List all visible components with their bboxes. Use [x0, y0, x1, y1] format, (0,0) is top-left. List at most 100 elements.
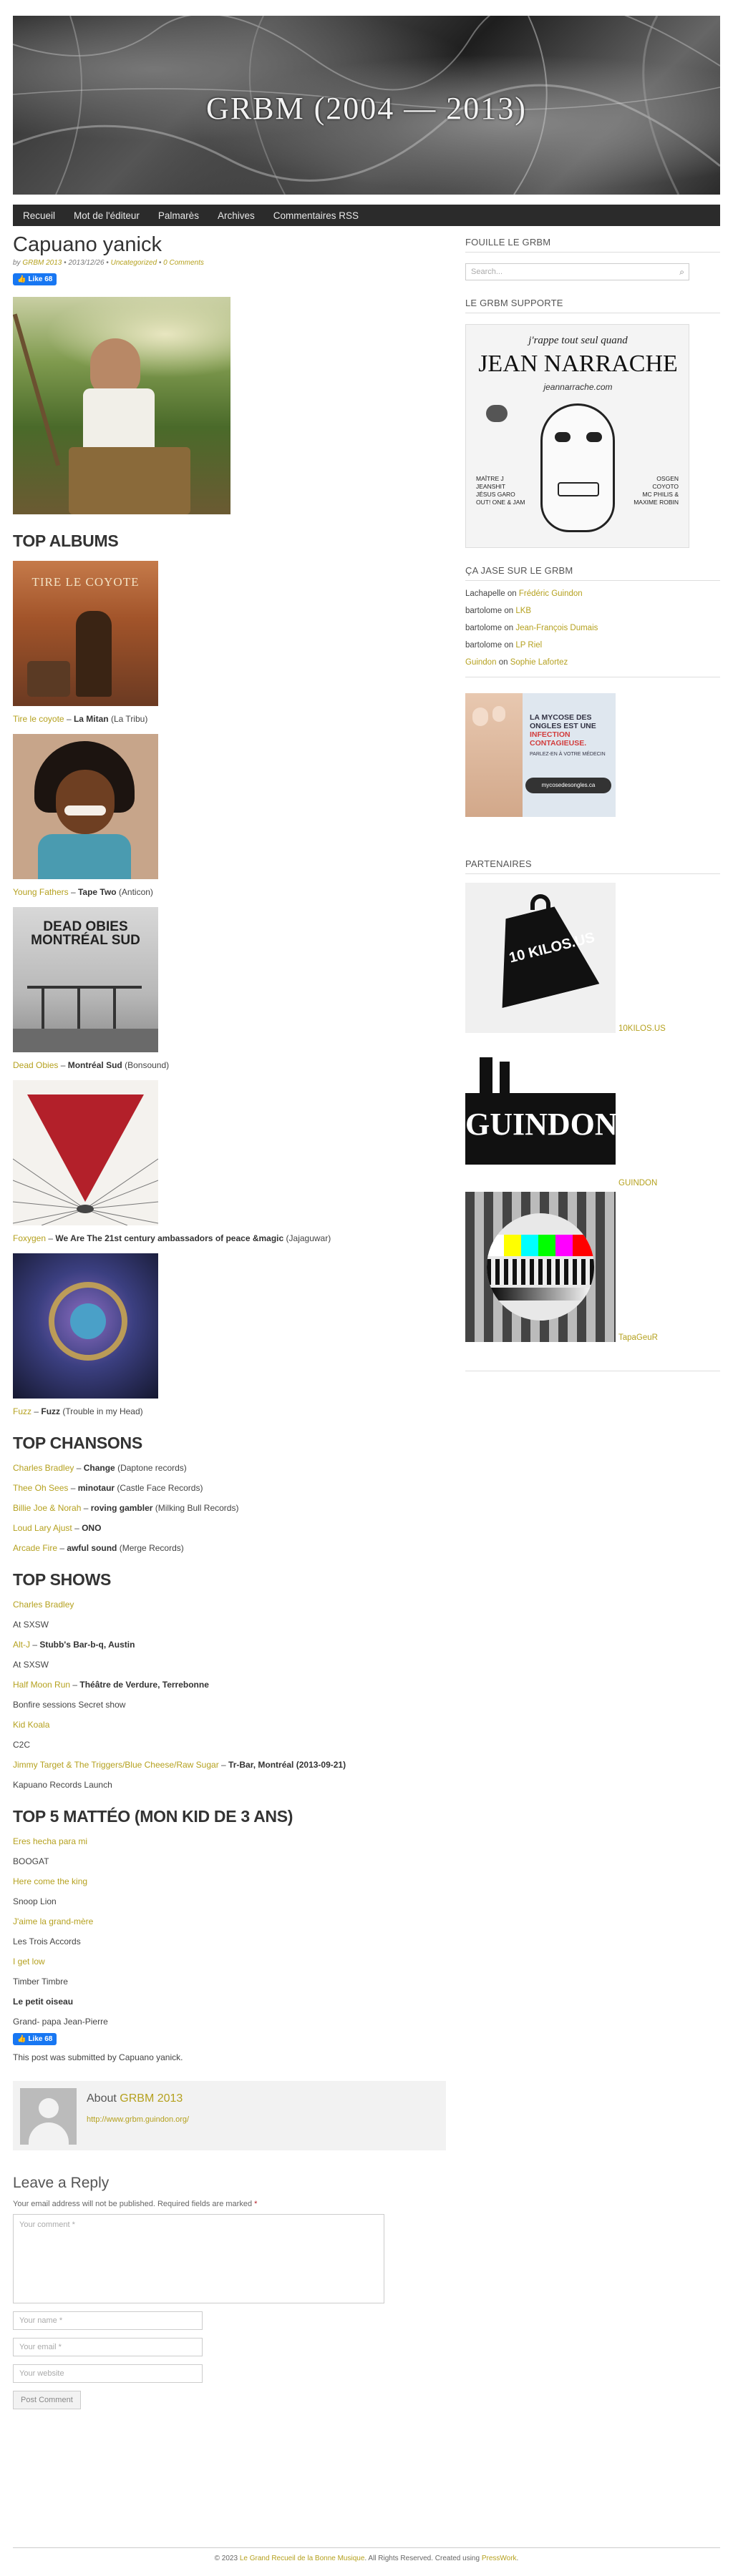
section-top-kid: TOP 5 MATTÉO (MON KID DE 3 ANS): [13, 1807, 293, 1826]
section-top-shows: TOP SHOWS: [13, 1570, 112, 1589]
list-item: Arcade Fire – awful sound (Merge Records…: [13, 1543, 184, 1553]
list-item-detail: Bonfire sessions Secret show: [13, 1700, 126, 1710]
album-artist-link[interactable]: Foxygen: [13, 1233, 46, 1243]
page: GRBM (2004 — 2013) Recueil Mot de l'édit…: [13, 0, 720, 2409]
reply-heading: Leave a Reply: [13, 2175, 110, 2191]
album-item: Young Fathers – Tape Two (Anticon): [13, 887, 153, 897]
album-artist-link[interactable]: Fuzz: [13, 1406, 31, 1416]
list-item-detail: Snoop Lion: [13, 1896, 57, 1906]
list-item: Charles Bradley – Change (Daptone record…: [13, 1463, 187, 1473]
album-cover-tire-le-coyote: TIRE LE COYOTE: [13, 561, 158, 706]
post-meta: by GRBM 2013 • 2013/12/26 • Uncategorize…: [13, 259, 204, 267]
list-item: Jimmy Target & The Triggers/Blue Cheese/…: [13, 1760, 346, 1770]
nav-item-commentaires-rss[interactable]: Commentaires RSS: [273, 210, 359, 221]
nav-item-recueil[interactable]: Recueil: [23, 210, 55, 221]
album-artist-link[interactable]: Dead Obies: [13, 1060, 58, 1070]
album-artist-link[interactable]: Tire le coyote: [13, 714, 64, 724]
support-ad-jean-narrache[interactable]: j'rappe tout seul quand JEAN NARRACHE je…: [465, 324, 689, 548]
ad-banner[interactable]: LA MYCOSE DES ONGLES EST UNE INFECTION CON…: [465, 693, 616, 817]
site-title[interactable]: GRBM (2004 — 2013): [13, 90, 720, 127]
list-item: Loud Lary Ajust – ONO: [13, 1523, 102, 1533]
list-item-detail: At SXSW: [13, 1660, 49, 1670]
partner-item[interactable]: GUINDON GUINDON: [465, 1037, 720, 1187]
list-item: Thee Oh Sees – minotaur (Castle Face Rec…: [13, 1483, 203, 1493]
thumbs-up-icon: 👍: [17, 275, 26, 283]
sidebar-heading: FOUILLE LE GRBM: [465, 237, 720, 253]
facebook-like-button[interactable]: 👍 Like 68: [13, 273, 57, 285]
partner-logo-guindon[interactable]: GUINDON: [465, 1037, 616, 1187]
nav-item-palmares[interactable]: Palmarès: [158, 210, 199, 221]
list-item-detail: Kapuano Records Launch: [13, 1780, 112, 1790]
post-title: Capuano yanick: [13, 233, 162, 256]
thumbs-up-icon: 👍: [17, 2035, 26, 2043]
facebook-like-button[interactable]: 👍 Like 68: [13, 2033, 57, 2045]
list-item-detail: C2C: [13, 1740, 31, 1750]
list-item: Charles Bradley: [13, 1600, 74, 1610]
album-cover-dead-obies: DEAD OBIES MONTRÉAL SUD: [13, 907, 158, 1052]
album-item: Fuzz – Fuzz (Trouble in my Head): [13, 1406, 143, 1416]
avatar: [20, 2088, 77, 2145]
site-footer: © 2023 Le Grand Recueil de la Bonne Musi…: [13, 2547, 720, 2562]
partner-item[interactable]: 10 KILOS.US 10KILOS.US: [465, 883, 720, 1033]
album-cover-foxygen: [13, 1080, 158, 1225]
post-photo: [13, 297, 230, 514]
list-item-detail: At SXSW: [13, 1620, 49, 1630]
partner-link-tapageur[interactable]: TapaGeuR: [618, 1333, 658, 1342]
footer-theme-link[interactable]: PressWork: [482, 2555, 517, 2562]
recent-comment: bartolome on LP Riel: [465, 641, 543, 650]
reply-note: Your email address will not be published…: [13, 2200, 258, 2208]
list-item: Here come the king: [13, 1876, 88, 1886]
partner-link-guindon[interactable]: GUINDON: [618, 1179, 657, 1187]
site-banner[interactable]: GRBM (2004 — 2013): [13, 16, 720, 195]
album-item: Foxygen – We Are The 21st century ambass…: [13, 1233, 331, 1243]
foxygen-art: [13, 1094, 158, 1225]
post-date: 2013/12/26: [68, 259, 105, 267]
name-field[interactable]: Your name *: [13, 2311, 203, 2330]
post-comment-button[interactable]: Post Comment: [13, 2391, 81, 2409]
author-name-link[interactable]: GRBM 2013: [120, 2092, 183, 2105]
post-category-link[interactable]: Uncategorized: [111, 259, 157, 267]
nav-item-archives[interactable]: Archives: [218, 210, 255, 221]
section-top-chansons: TOP CHANSONS: [13, 1434, 142, 1452]
list-item: J'aime la grand-mère: [13, 1916, 94, 1926]
submitted-note: This post was submitted by Capuano yanic…: [13, 2052, 183, 2062]
album-cover-young-fathers: [13, 734, 158, 879]
recent-comment: Lachapelle on Frédéric Guindon: [465, 589, 583, 598]
website-field[interactable]: Your website: [13, 2364, 203, 2383]
post-content: Capuano yanick by GRBM 2013 • 2013/12/26…: [13, 226, 446, 2409]
author-url-link[interactable]: http://www.grbm.guindon.org/: [87, 2115, 189, 2124]
list-item-detail: Timber Timbre: [13, 1977, 68, 1987]
search-input[interactable]: Search... ⌕: [465, 263, 689, 280]
list-item: Alt-J – Stubb's Bar-b-q, Austin: [13, 1640, 135, 1650]
section-top-albums: TOP ALBUMS: [13, 532, 119, 550]
recent-comment: bartolome on Jean-François Dumais: [465, 624, 598, 632]
list-item: Le petit oiseau: [13, 1997, 74, 2007]
list-item: Kid Koala: [13, 1720, 50, 1730]
sidebar-heading: PARTENAIRES: [465, 858, 720, 874]
list-item: Eres hecha para mi: [13, 1836, 88, 1846]
nav-item-mot-editeur[interactable]: Mot de l'éditeur: [74, 210, 140, 221]
album-item: Tire le coyote – La Mitan (La Tribu): [13, 714, 148, 724]
list-item: Billie Joe & Norah – roving gambler (Mil…: [13, 1503, 239, 1513]
partner-logo-tapageur[interactable]: [465, 1192, 616, 1342]
album-item: Dead Obies – Montréal Sud (Bonsound): [13, 1060, 170, 1070]
partner-item[interactable]: TapaGeuR: [465, 1192, 720, 1342]
list-item: I get low: [13, 1957, 45, 1967]
sidebar: FOUILLE LE GRBM Search... ⌕ LE GRBM SUPP…: [465, 226, 720, 1371]
author-about: About GRBM 2013: [87, 2092, 183, 2105]
partner-logo-10kilos[interactable]: 10 KILOS.US: [465, 883, 616, 1033]
comment-textarea[interactable]: Your comment *: [13, 2214, 384, 2303]
search-icon[interactable]: ⌕: [679, 267, 684, 278]
list-item: Half Moon Run – Théâtre de Verdure, Terr…: [13, 1680, 209, 1690]
recent-comment: bartolome on LKB: [465, 607, 532, 615]
footer-site-link[interactable]: Le Grand Recueil de la Bonne Musique: [240, 2555, 365, 2562]
partner-link-10kilos[interactable]: 10KILOS.US: [618, 1024, 666, 1033]
sidebar-heading: ÇA JASE SUR LE GRBM: [465, 565, 720, 581]
list-item-detail: Grand- papa Jean-Pierre: [13, 2017, 108, 2027]
post-author-link[interactable]: GRBM 2013: [22, 259, 62, 267]
sidebar-heading: LE GRBM SUPPORTE: [465, 298, 720, 313]
email-field[interactable]: Your email *: [13, 2338, 203, 2356]
post-comments-link[interactable]: 0 Comments: [163, 259, 204, 267]
album-artist-link[interactable]: Young Fathers: [13, 887, 69, 897]
list-item-detail: Les Trois Accords: [13, 1936, 81, 1946]
